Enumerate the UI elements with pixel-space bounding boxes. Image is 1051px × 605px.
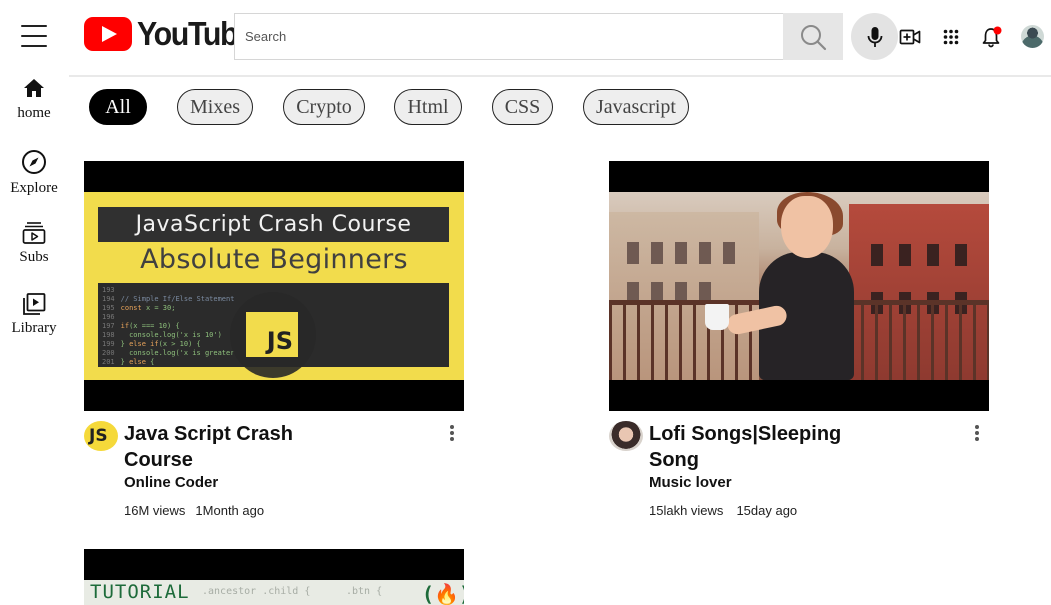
apps-grid-icon xyxy=(943,29,959,45)
sidebar-item-explore[interactable]: Explore xyxy=(0,149,68,197)
video-stats: 16M views 1Month ago xyxy=(124,503,264,518)
thumbnail-subheading: Absolute Beginners xyxy=(140,244,408,275)
video-stats: 15lakh views 15day ago xyxy=(649,503,797,518)
microphone-icon xyxy=(867,26,882,47)
view-count: 15lakh views xyxy=(649,503,724,518)
chip-all[interactable]: All xyxy=(89,89,147,125)
sidebar-item-label: Subs xyxy=(19,249,49,265)
search-input[interactable] xyxy=(235,14,784,59)
thumbnail-figure-head xyxy=(781,196,833,258)
search-box xyxy=(234,13,784,60)
video-thumbnail-tutorial[interactable]: TUTORIAL .ancestor .child { .btn { (🔥) xyxy=(84,549,464,605)
youtube-play-icon xyxy=(84,17,132,51)
video-title[interactable]: Lofi Songs|Sleeping Song xyxy=(649,421,849,473)
upload-age: 15day ago xyxy=(736,503,798,518)
channel-avatar[interactable]: JS xyxy=(84,421,118,451)
sidebar-item-label: Explore xyxy=(10,180,58,196)
create-video-button[interactable] xyxy=(898,25,922,49)
thumbnail-heading: TUTORIAL xyxy=(90,581,190,603)
thumbnail-code-snippet: .ancestor .child { xyxy=(202,586,311,597)
account-avatar[interactable] xyxy=(1021,25,1044,48)
chip-mixes[interactable]: Mixes xyxy=(177,89,253,125)
video-thumbnail-js[interactable]: JavaScript Crash Course Absolute Beginne… xyxy=(84,161,464,411)
apps-button[interactable] xyxy=(939,25,963,49)
subscriptions-icon xyxy=(22,222,46,244)
freecodecamp-logo-icon: (🔥) xyxy=(422,582,464,605)
video-thumbnail-lofi[interactable] xyxy=(609,161,989,411)
bell-icon xyxy=(982,26,1002,48)
thumbnail-art: JavaScript Crash Course Absolute Beginne… xyxy=(84,192,464,380)
chip-html[interactable]: Html xyxy=(394,89,462,125)
video-camera-plus-icon xyxy=(899,29,921,45)
more-options-icon[interactable] xyxy=(971,423,983,443)
thumbnail-code-snippet: .btn { xyxy=(346,586,383,597)
thumbnail-art xyxy=(609,192,989,380)
thumbnail-cup xyxy=(705,304,729,330)
sidebar-item-subs[interactable]: Subs xyxy=(0,221,68,266)
header-divider xyxy=(69,75,1051,77)
notifications-button[interactable] xyxy=(980,25,1004,49)
search-icon xyxy=(801,24,827,50)
channel-avatar[interactable] xyxy=(609,421,643,451)
channel-name[interactable]: Music lover xyxy=(649,474,732,491)
sidebar-item-label: Library xyxy=(11,320,57,336)
js-logo-icon: JS xyxy=(246,312,298,357)
notification-dot xyxy=(993,26,1002,35)
search-button[interactable] xyxy=(783,13,843,60)
sidebar-item-library[interactable]: Library xyxy=(0,292,68,337)
chip-css[interactable]: CSS xyxy=(492,89,553,125)
video-title[interactable]: Java Script Crash Course xyxy=(124,421,324,473)
home-icon xyxy=(24,79,44,97)
channel-avatar-text: JS xyxy=(89,426,108,446)
menu-icon[interactable] xyxy=(21,25,47,47)
library-icon xyxy=(23,293,46,315)
voice-search-button[interactable] xyxy=(851,13,898,60)
thumbnail-heading: JavaScript Crash Course xyxy=(98,207,449,242)
view-count: 16M views xyxy=(124,503,186,518)
js-logo-circle: JS xyxy=(230,292,316,378)
channel-name[interactable]: Online Coder xyxy=(124,474,218,491)
more-options-icon[interactable] xyxy=(446,423,458,443)
sidebar-item-label: home xyxy=(17,105,51,121)
chip-javascript[interactable]: Javascript xyxy=(583,89,689,125)
sidebar-item-home[interactable]: home xyxy=(0,78,68,122)
chip-crypto[interactable]: Crypto xyxy=(283,89,365,125)
thumbnail-art: TUTORIAL .ancestor .child { .btn { (🔥) xyxy=(84,580,464,605)
upload-age: 1Month ago xyxy=(195,503,265,518)
compass-icon xyxy=(22,150,46,174)
